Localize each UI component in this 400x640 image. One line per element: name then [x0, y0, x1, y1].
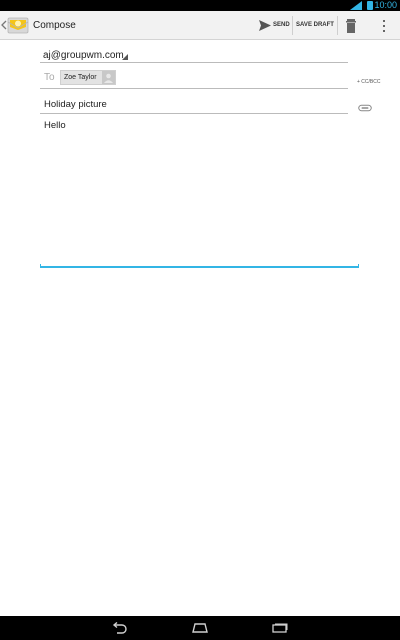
send-label: SEND: [273, 22, 290, 28]
from-account: aj@groupwm.com: [43, 50, 124, 61]
from-account-spinner[interactable]: aj@groupwm.com: [40, 48, 348, 63]
recent-apps-icon[interactable]: [272, 623, 288, 633]
recipient-chip[interactable]: Zoe Taylor: [60, 70, 116, 85]
status-time: 10:00: [374, 0, 397, 10]
recipient-name: Zoe Taylor: [64, 74, 97, 81]
to-field[interactable]: To Zoe Taylor: [40, 68, 348, 89]
compose-screen: 10:00 Compose SEND SAVE DRAFT aj@groupwm…: [0, 0, 400, 640]
home-icon[interactable]: [191, 623, 209, 633]
attachment-icon[interactable]: [358, 104, 372, 112]
overflow-menu-icon[interactable]: [378, 18, 390, 34]
contact-avatar-icon: [102, 71, 115, 84]
body-text: Hello: [44, 120, 66, 131]
send-icon: [259, 20, 271, 31]
to-label: To: [44, 72, 55, 83]
status-bar: 10:00: [0, 0, 400, 11]
subject-field[interactable]: Holiday picture: [40, 94, 348, 114]
focus-underline-cap: [358, 264, 359, 268]
focus-underline-cap: [40, 264, 41, 268]
trash-icon[interactable]: [342, 18, 360, 34]
back-icon[interactable]: [111, 622, 128, 634]
battery-icon: [367, 1, 373, 10]
add-cc-bcc-button[interactable]: + CC/BCC: [357, 79, 380, 85]
action-divider: [292, 16, 293, 35]
subject-text: Holiday picture: [44, 99, 107, 110]
navigation-bar: [0, 616, 400, 640]
email-app-icon[interactable]: [7, 14, 29, 36]
message-body-field[interactable]: Hello: [40, 117, 359, 268]
dropdown-triangle-icon: [122, 54, 128, 60]
wifi-signal-icon: [350, 1, 362, 10]
page-title: Compose: [33, 20, 76, 31]
save-draft-button[interactable]: SAVE DRAFT: [294, 11, 336, 40]
action-divider: [337, 16, 338, 35]
send-button[interactable]: SEND: [256, 11, 292, 40]
action-bar: Compose SEND SAVE DRAFT: [0, 11, 400, 40]
